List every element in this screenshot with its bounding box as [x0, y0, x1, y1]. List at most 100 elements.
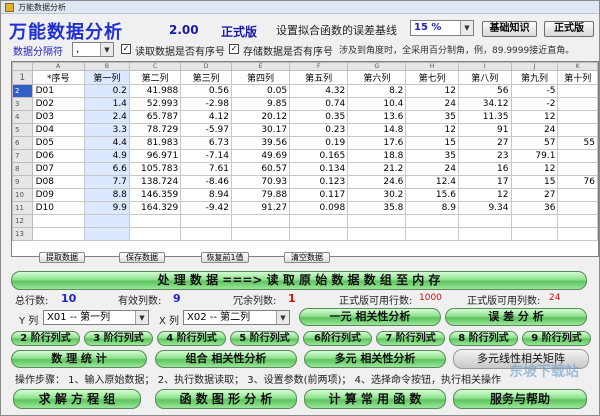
poly-order-4-button[interactable]: 4 阶行列式 [157, 331, 226, 346]
read-seq-checkbox[interactable]: ✓ [121, 44, 131, 54]
separator-select[interactable]: , ▼ [72, 42, 114, 57]
column-letter-A[interactable]: A [31, 62, 85, 71]
row-number[interactable]: 9 [12, 175, 33, 189]
table-cell[interactable]: 34.12 [457, 97, 512, 111]
common-functions-button[interactable]: 计 算 常 用 函 数 [304, 389, 446, 409]
row-number[interactable]: 6 [12, 136, 33, 150]
table-cell[interactable]: 12.4 [405, 175, 459, 189]
store-seq-checkbox[interactable]: ✓ [229, 44, 239, 54]
table-cell[interactable] [557, 110, 598, 124]
table-cell[interactable]: -5 [510, 84, 559, 98]
column-letter-I[interactable]: I [457, 62, 512, 71]
table-cell[interactable] [289, 214, 349, 228]
table-cell[interactable]: 15.6 [405, 188, 459, 202]
table-cell[interactable]: 9.34 [457, 201, 512, 215]
table-cell[interactable] [557, 162, 598, 176]
table-cell[interactable]: D10 [31, 201, 85, 215]
linear-correlation-button[interactable]: 一元 相关性分析 [299, 308, 441, 326]
table-cell[interactable]: 27 [457, 136, 512, 150]
table-cell[interactable]: D08 [31, 175, 85, 189]
table-cell[interactable] [31, 214, 85, 228]
table-cell[interactable]: -2.98 [180, 97, 232, 111]
table-cell[interactable]: 0.74 [289, 97, 349, 111]
table-cell[interactable]: 4.32 [289, 84, 349, 98]
combo-correlation-button[interactable]: 组合 相关性分析 [155, 350, 297, 368]
table-cell[interactable]: 18.8 [347, 149, 407, 163]
table-cell[interactable]: D07 [31, 162, 85, 176]
table-cell[interactable] [230, 227, 291, 241]
table-cell[interactable]: 20.12 [230, 110, 291, 124]
table-cell[interactable]: 3.3 [83, 123, 130, 137]
table-cell[interactable]: 60.57 [230, 162, 291, 176]
table-cell[interactable]: 96.971 [128, 149, 182, 163]
knowledge-button[interactable]: 基础知识 [482, 21, 537, 37]
table-cell[interactable]: 35.8 [347, 201, 407, 215]
row-number[interactable]: 10 [12, 188, 33, 202]
table-cell[interactable]: 4.9 [83, 149, 130, 163]
table-cell[interactable]: 8.8 [83, 188, 130, 202]
table-cell[interactable]: 70.93 [230, 175, 291, 189]
table-cell[interactable] [83, 227, 130, 241]
table-cell[interactable]: 91.27 [230, 201, 291, 215]
table-cell[interactable]: 57 [510, 136, 559, 150]
table-cell[interactable]: 39.56 [230, 136, 291, 150]
table-cell[interactable]: 12 [405, 123, 459, 137]
table-cell[interactable]: 79.88 [230, 188, 291, 202]
table-cell[interactable]: 24 [405, 162, 459, 176]
table-cell[interactable]: 56 [457, 84, 512, 98]
table-cell[interactable]: 91 [457, 123, 512, 137]
table-cell[interactable]: 164.329 [128, 201, 182, 215]
poly-order-9-button[interactable]: 9 阶行列式 [522, 331, 591, 346]
table-cell[interactable]: 12 [510, 162, 559, 176]
table-cell[interactable]: 7.61 [180, 162, 232, 176]
x-column-select[interactable]: X02 -- 第二列 ▼ [183, 310, 290, 325]
table-cell[interactable] [347, 214, 407, 228]
table-cell[interactable] [289, 227, 349, 241]
table-cell[interactable]: 2.4 [83, 110, 130, 124]
column-header[interactable]: 第六列 [347, 70, 407, 85]
table-cell[interactable]: 12 [457, 188, 512, 202]
table-cell[interactable]: 41.988 [128, 84, 182, 98]
table-cell[interactable]: 30.17 [230, 123, 291, 137]
table-cell[interactable]: 0.05 [230, 84, 291, 98]
table-cell[interactable]: 13.6 [347, 110, 407, 124]
column-letter-C[interactable]: C [128, 62, 182, 71]
table-cell[interactable]: 0.123 [289, 175, 349, 189]
table-cell[interactable]: 0.19 [289, 136, 349, 150]
table-cell[interactable]: -5.97 [180, 123, 232, 137]
table-cell[interactable]: 15 [405, 136, 459, 150]
column-letter-B[interactable]: B [83, 62, 130, 71]
column-letter-E[interactable]: E [230, 62, 291, 71]
poly-order-8-button[interactable]: 8 阶行列式 [449, 331, 518, 346]
table-cell[interactable]: 0.2 [83, 84, 130, 98]
table-cell[interactable]: 9.9 [83, 201, 130, 215]
table-cell[interactable]: 12 [510, 110, 559, 124]
column-letter-D[interactable]: D [180, 62, 232, 71]
row-number[interactable]: 4 [12, 110, 33, 124]
extract-data-button[interactable]: 提取数据 [39, 252, 85, 263]
column-header[interactable]: 第九列 [510, 70, 559, 85]
multi-correlation-button[interactable]: 多元 相关性分析 [304, 350, 446, 368]
table-cell[interactable]: 24 [510, 123, 559, 137]
edition-button[interactable]: 正式版 [544, 21, 594, 37]
table-cell[interactable] [457, 227, 512, 241]
process-data-button[interactable]: 处 理 数 据 ===> 读 取 原 始 数 据 数 组 至 内 存 [11, 271, 587, 290]
error-analysis-button[interactable]: 误 差 分 析 [445, 308, 587, 326]
table-cell[interactable]: D03 [31, 110, 85, 124]
table-cell[interactable]: 9.85 [230, 97, 291, 111]
restore-button[interactable]: 恢复前1值 [201, 252, 249, 263]
table-cell[interactable]: 30.2 [347, 188, 407, 202]
table-cell[interactable]: 55 [557, 136, 598, 150]
table-cell[interactable]: 16 [457, 162, 512, 176]
table-cell[interactable]: 35 [405, 110, 459, 124]
table-cell[interactable]: -9.42 [180, 201, 232, 215]
table-cell[interactable]: 76 [557, 175, 598, 189]
table-cell[interactable]: 12 [405, 84, 459, 98]
table-cell[interactable]: 11.35 [457, 110, 512, 124]
table-cell[interactable]: 36 [510, 201, 559, 215]
table-cell[interactable] [31, 227, 85, 241]
table-cell[interactable]: 0.56 [180, 84, 232, 98]
table-cell[interactable]: D04 [31, 123, 85, 137]
table-cell[interactable] [405, 214, 459, 228]
column-header[interactable]: 第八列 [457, 70, 512, 85]
